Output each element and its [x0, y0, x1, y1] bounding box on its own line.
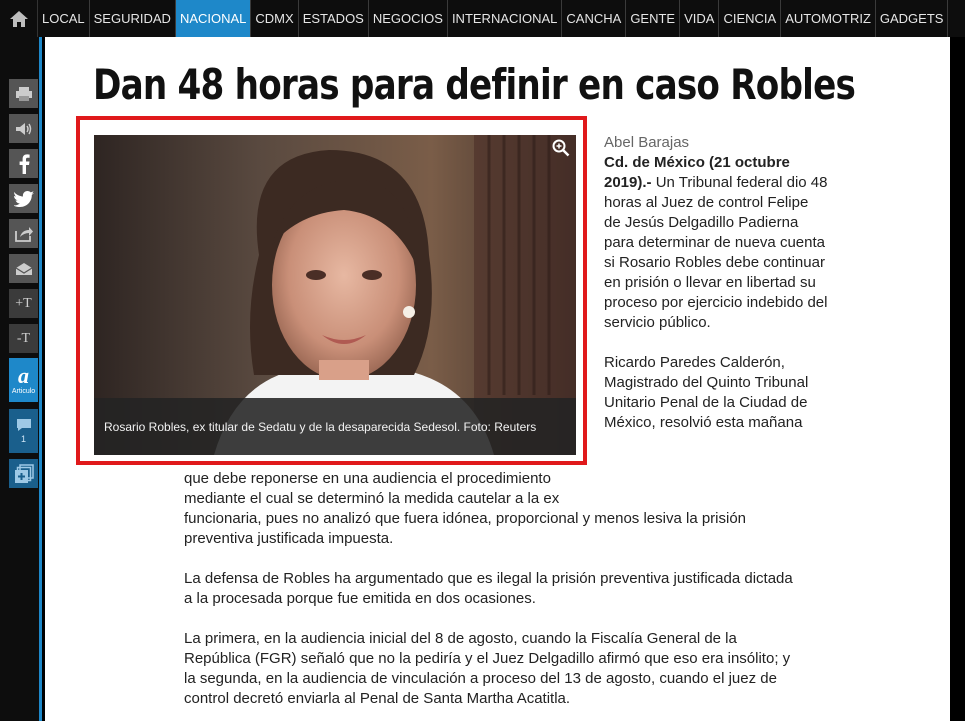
nav-item-label: LOCAL — [42, 11, 85, 26]
listen-button[interactable] — [9, 114, 38, 143]
nav-item-ciencia[interactable]: CIENCIA — [719, 0, 782, 37]
nav-item-estados[interactable]: ESTADOS — [299, 0, 369, 37]
stacked-plus-icon — [14, 463, 34, 483]
nav-item-label: CANCHA — [566, 11, 622, 26]
increase-text-button[interactable]: +T — [9, 289, 38, 318]
nav-item-cancha[interactable]: CANCHA — [562, 0, 627, 37]
facebook-share-button[interactable] — [9, 149, 38, 178]
nav-item-label: NACIONAL — [179, 11, 247, 26]
article-headline: Dan 48 horas para definir en caso Robles — [93, 60, 856, 109]
nav-item-label: AUTOMOTRIZ — [785, 11, 871, 26]
nav-item-local[interactable]: LOCAL — [38, 0, 90, 37]
article-side-column: Abel Barajas Cd. de México (21 octubre 2… — [604, 133, 829, 433]
print-button[interactable] — [9, 79, 38, 108]
article-photo[interactable]: Rosario Robles, ex titular de Sedatu y d… — [94, 135, 576, 455]
comment-icon — [16, 419, 31, 431]
article-toolbar: +T -T a Articulo 1 — [0, 37, 42, 721]
nav-item-gadgets[interactable]: GADGETS — [876, 0, 949, 37]
zoom-icon[interactable] — [552, 139, 570, 157]
top-navigation: LOCAL SEGURIDAD NACIONAL CDMX ESTADOS NEGOCIO… — [0, 0, 965, 37]
paragraph-2-start: Ricardo Paredes Calderón, Magistrado del… — [604, 354, 809, 431]
author-name: Abel Barajas — [604, 134, 690, 151]
photo-caption-bar: Rosario Robles, ex titular de Sedatu y d… — [94, 398, 576, 455]
share-button[interactable] — [9, 219, 38, 248]
nav-item-gente[interactable]: GENTE — [626, 0, 681, 37]
right-margin — [950, 37, 965, 721]
decrease-text-label: -T — [16, 330, 31, 346]
article-body: que debe reponerse en una audiencia el p… — [184, 469, 804, 721]
paragraph-2-middle: que debe reponerse en una audiencia el p… — [184, 470, 560, 507]
nav-item-label: ESTADOS — [302, 11, 364, 26]
envelope-icon — [15, 262, 32, 275]
nav-item-automotriz[interactable]: AUTOMOTRIZ — [781, 0, 876, 37]
article-view-button[interactable]: a Articulo — [9, 358, 38, 402]
comments-button[interactable]: 1 — [9, 409, 38, 453]
share-icon — [14, 226, 33, 242]
nav-item-vida[interactable]: VIDA — [680, 0, 720, 37]
nav-item-label: VIDA — [684, 11, 715, 26]
printer-icon — [15, 86, 32, 101]
lead-text: Un Tribunal federal dio 48 horas al Juez… — [604, 174, 828, 331]
nav-item-label: INTERNACIONAL — [451, 11, 558, 26]
email-button[interactable] — [9, 254, 38, 283]
twitter-share-button[interactable] — [9, 184, 38, 213]
paragraph-3: La defensa de Robles ha argumentado que … — [184, 570, 793, 607]
more-articles-button[interactable] — [9, 459, 38, 488]
article-photo-highlight[interactable]: Rosario Robles, ex titular de Sedatu y d… — [76, 116, 587, 465]
nav-item-seguridad[interactable]: SEGURIDAD — [90, 0, 176, 37]
nav-item-label: CDMX — [255, 11, 294, 26]
nav-item-label: SEGURIDAD — [93, 11, 171, 26]
facebook-icon — [19, 153, 30, 174]
twitter-icon — [13, 190, 34, 207]
nav-item-label: GENTE — [630, 11, 676, 26]
article-page: Dan 48 horas para definir en caso Robles — [45, 37, 950, 721]
photo-caption: Rosario Robles, ex titular de Sedatu y d… — [104, 419, 537, 434]
nav-item-negocios[interactable]: NEGOCIOS — [369, 0, 448, 37]
paragraph-4: La primera, en la audiencia inicial del … — [184, 630, 791, 707]
paragraph-2-end: funcionaria, pues no analizó que fuera i… — [184, 510, 747, 547]
section-menu: LOCAL SEGURIDAD NACIONAL CDMX ESTADOS NEGOCIO… — [38, 0, 949, 37]
home-icon — [9, 10, 28, 27]
article-letter: a — [18, 362, 29, 388]
comments-count: 1 — [20, 434, 26, 444]
nav-item-internacional[interactable]: INTERNACIONAL — [448, 0, 563, 37]
decrease-text-button[interactable]: -T — [9, 324, 38, 353]
speaker-icon — [15, 122, 31, 135]
nav-item-label: CIENCIA — [723, 11, 777, 26]
nav-item-cdmx[interactable]: CDMX — [251, 0, 299, 37]
nav-item-nacional[interactable]: NACIONAL — [175, 0, 252, 37]
article-label: Articulo — [11, 387, 36, 395]
home-button[interactable] — [0, 0, 38, 37]
nav-item-label: NEGOCIOS — [372, 11, 443, 26]
lead-paragraph: Cd. de México (21 octubre 2019).- Un Tri… — [604, 153, 829, 333]
nav-item-label: GADGETS — [879, 11, 944, 26]
increase-text-label: +T — [15, 295, 32, 311]
